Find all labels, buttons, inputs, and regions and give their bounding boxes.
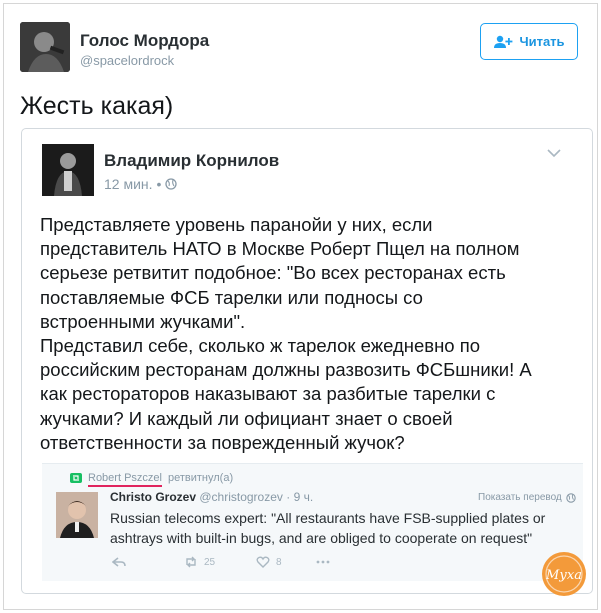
retweeted-by-name: Robert Pszczel: [88, 472, 162, 484]
quoted-meta: 12 мин. •: [104, 176, 178, 192]
chevron-down-icon[interactable]: [546, 147, 562, 159]
more-dots-icon: [316, 560, 330, 564]
quoted-author-avatar-image: [42, 144, 94, 196]
quoted-tweet-card[interactable]: Владимир Корнилов 12 мин. • Представляет…: [21, 128, 593, 594]
retweeted-by-line: Robert Pszczel ретвитнул(а): [70, 472, 234, 487]
globe-icon: [165, 178, 178, 190]
like-count: 8: [276, 556, 282, 568]
reply-icon: [112, 557, 126, 567]
translate-link[interactable]: Показать перевод: [478, 492, 576, 503]
embed-line: ashtrays with built-in bugs, and are obl…: [110, 530, 533, 546]
retweet-count: 25: [204, 556, 216, 568]
embed-author-avatar-image: [56, 492, 98, 538]
quoted-line: серьезе ретвитит подобное: "Во всех рест…: [40, 262, 506, 284]
embed-author-line: Christo Grozev @christogrozev · 9 ч.: [110, 490, 313, 504]
quoted-line: Представляете уровень паранойи у них, ес…: [40, 214, 433, 235]
quoted-line: жучками? И каждый ли официант знает о св…: [40, 407, 453, 429]
author-handle[interactable]: @spacelordrock: [80, 53, 174, 68]
globe-icon: [566, 492, 576, 503]
follow-button[interactable]: Читать: [480, 23, 578, 60]
author-avatar-image: [20, 22, 70, 72]
meta-separator: •: [156, 176, 162, 192]
translate-label: Показать перевод: [478, 492, 562, 503]
quoted-line: Представил себе, сколько ж тарелок ежедн…: [40, 335, 481, 357]
like-action[interactable]: 8: [256, 556, 316, 568]
tweet-text: Жесть какая): [20, 92, 174, 120]
embed-author-avatar[interactable]: [56, 492, 98, 538]
embed-author-name[interactable]: Christo Grozev: [110, 490, 196, 504]
red-underline: [88, 485, 162, 487]
quoted-author-avatar[interactable]: [42, 144, 94, 196]
retweet-badge-icon: [70, 473, 82, 483]
more-action[interactable]: [316, 556, 330, 568]
embed-time[interactable]: · 9 ч.: [286, 490, 313, 504]
retweet-icon: [186, 556, 196, 568]
follow-button-label: Читать: [519, 34, 565, 49]
quoted-line: представитель НАТО в Москве Роберт Пщел …: [40, 238, 520, 260]
quoted-line: как рестораторов наказывают за разбитые …: [40, 383, 496, 405]
quoted-line: встроенными жучками".: [40, 310, 246, 332]
retweeted-label: ретвитнул(а): [167, 472, 234, 484]
svg-text:Муха: Муха: [545, 568, 582, 583]
reply-action[interactable]: [112, 556, 184, 568]
author-avatar[interactable]: [20, 22, 70, 72]
quoted-author-name[interactable]: Владимир Корнилов: [104, 151, 279, 171]
retweet-action[interactable]: 25: [184, 556, 256, 568]
heart-icon: [256, 556, 270, 568]
quoted-line: поставляемые ФСБ тарелки или подносы со: [40, 286, 423, 308]
quoted-time[interactable]: 12 мин.: [104, 176, 153, 192]
embedded-retweet[interactable]: Robert Pszczel ретвитнул(а) Christo Groz…: [42, 463, 583, 581]
quoted-line: ответственности за поврежденный жучок?: [40, 431, 405, 453]
add-user-icon: [494, 35, 513, 48]
quoted-tweet-text: Представляете уровень паранойи у них, ес…: [40, 213, 575, 455]
author-name[interactable]: Голос Мордора: [80, 31, 209, 51]
embed-actions: 25 8: [112, 556, 330, 568]
quoted-line: российским ресторанам должны развозить Ф…: [40, 359, 532, 381]
embed-tweet-text: Russian telecoms expert: "All restaurant…: [110, 508, 580, 548]
muha-watermark-logo: Муха: [542, 552, 586, 596]
embed-author-handle[interactable]: @christogrozev: [199, 490, 283, 504]
retweeted-by-user[interactable]: Robert Pszczel: [88, 472, 162, 487]
embed-line: Russian telecoms expert: "All restaurant…: [110, 510, 546, 526]
